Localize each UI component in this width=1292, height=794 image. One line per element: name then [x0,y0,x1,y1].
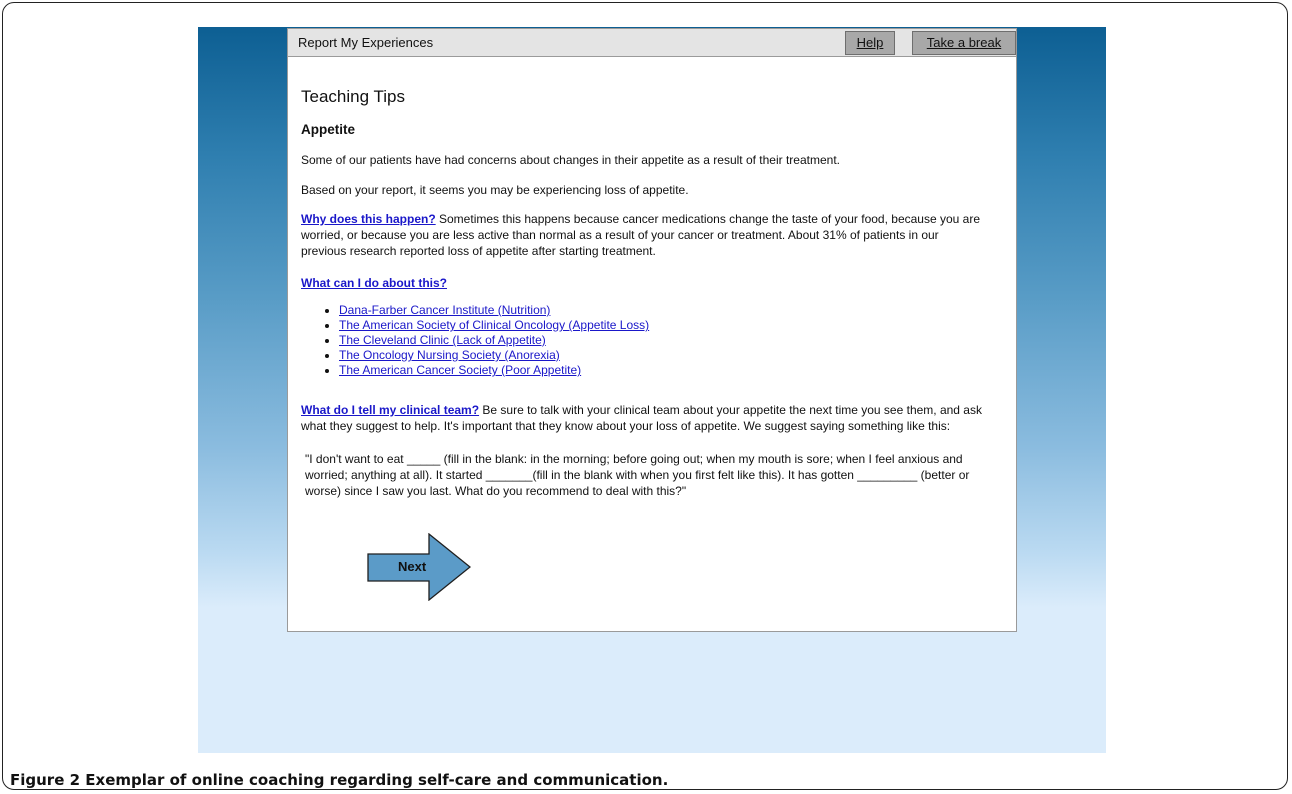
tell-paragraph: What do I tell my clinical team? Be sure… [301,402,983,434]
list-item: The American Cancer Society (Poor Appeti… [339,363,649,378]
resource-link-cleveland-clinic[interactable]: The Cleveland Clinic (Lack of Appetite) [339,333,546,347]
what-can-i-do-link[interactable]: What can I do about this? [301,276,447,290]
next-button[interactable] [367,533,471,601]
resource-link-ons[interactable]: The Oncology Nursing Society (Anorexia) [339,348,560,362]
page-title: Teaching Tips [301,87,405,106]
help-button[interactable]: Help [845,31,895,55]
resource-link-dana-farber[interactable]: Dana-Farber Cancer Institute (Nutrition) [339,303,550,317]
take-a-break-button[interactable]: Take a break [912,31,1016,55]
caption-label: Figure 2 [10,771,81,789]
figure-caption: Figure 2 Exemplar of online coaching reg… [10,771,668,789]
caption-text: Exemplar of online coaching regarding se… [80,771,669,789]
tell-clinical-team-link[interactable]: What do I tell my clinical team? [301,403,479,417]
title-bar: Report My Experiences Help Take a break [288,29,1016,57]
resource-link-acs[interactable]: The American Cancer Society (Poor Appeti… [339,363,581,377]
section-title: Appetite [301,122,355,137]
app-title: Report My Experiences [298,35,434,50]
list-item: The Oncology Nursing Society (Anorexia) [339,348,649,363]
what-paragraph: What can I do about this? [301,275,447,291]
list-item: The American Society of Clinical Oncolog… [339,318,649,333]
why-link[interactable]: Why does this happen? [301,212,436,226]
resource-list: Dana-Farber Cancer Institute (Nutrition)… [301,303,649,378]
list-item: The Cleveland Clinic (Lack of Appetite) [339,333,649,348]
suggested-quote: "I don't want to eat _____ (fill in the … [305,452,970,498]
next-arrow-icon [367,533,471,601]
why-paragraph: Why does this happen? Sometimes this hap… [301,211,981,259]
intro-paragraph: Some of our patients have had concerns a… [301,153,840,167]
list-item: Dana-Farber Cancer Institute (Nutrition) [339,303,649,318]
report-paragraph: Based on your report, it seems you may b… [301,183,689,197]
resource-link-asco[interactable]: The American Society of Clinical Oncolog… [339,318,649,332]
